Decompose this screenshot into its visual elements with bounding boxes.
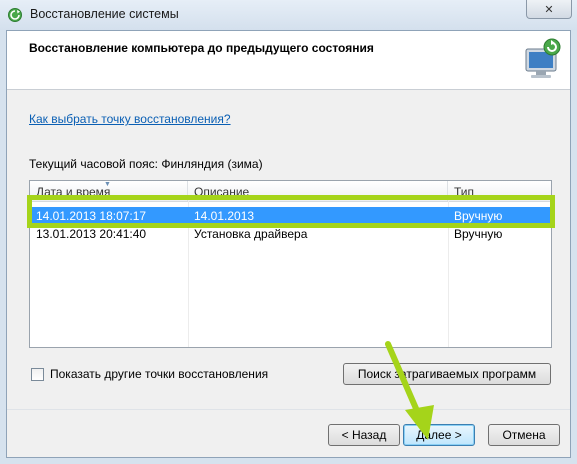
system-restore-icon bbox=[8, 8, 22, 22]
sort-arrow-icon: ▼ bbox=[104, 181, 111, 188]
page-title: Восстановление компьютера до предыдущего… bbox=[29, 41, 374, 55]
window-title: Восстановление системы bbox=[30, 7, 179, 21]
title-bar: Восстановление системы ✕ bbox=[0, 0, 577, 30]
timezone-label: Текущий часовой пояс: Финляндия (зима) bbox=[29, 157, 263, 171]
show-more-checkbox[interactable]: Показать другие точки восстановления bbox=[31, 367, 268, 381]
checkbox-box[interactable] bbox=[31, 367, 44, 381]
wizard-frame: Восстановление компьютера до предыдущего… bbox=[6, 30, 571, 458]
checkbox-label: Показать другие точки восстановления bbox=[50, 367, 269, 381]
next-button[interactable]: Далее > bbox=[403, 424, 475, 446]
back-button[interactable]: < Назад bbox=[328, 424, 400, 446]
close-icon: ✕ bbox=[544, 3, 554, 16]
system-restore-icon bbox=[525, 38, 561, 78]
help-link[interactable]: Как выбрать точку восстановления? bbox=[29, 112, 231, 126]
divider bbox=[7, 409, 570, 410]
wizard-header: Восстановление компьютера до предыдущего… bbox=[7, 31, 570, 90]
close-button[interactable]: ✕ bbox=[526, 0, 572, 19]
cancel-button[interactable]: Отмена bbox=[488, 424, 560, 446]
scan-affected-programs-button[interactable]: Поиск затрагиваемых программ bbox=[343, 363, 551, 385]
annotation-highlight-box bbox=[27, 195, 555, 228]
